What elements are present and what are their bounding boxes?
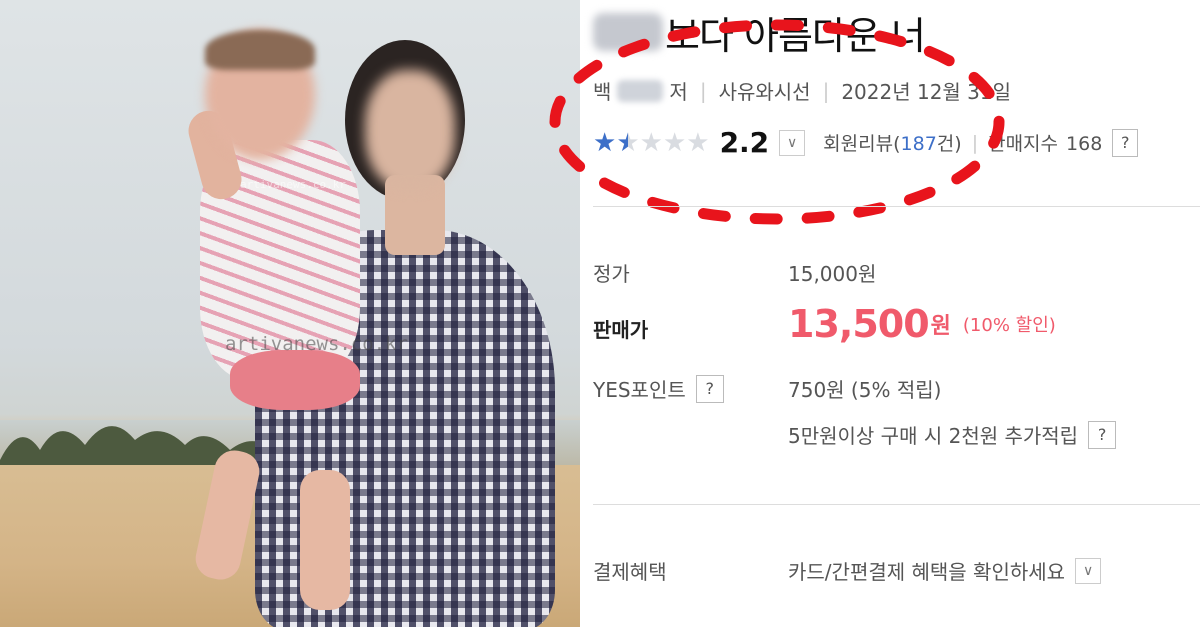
sale-price-value: 13,500: [788, 302, 930, 346]
sales-index-label: 판매지수: [988, 133, 1059, 155]
watermark-large: artivanews.co.kr: [225, 333, 409, 355]
sale-price-unit: 원: [930, 314, 951, 339]
yes-point-help-button[interactable]: ?: [695, 374, 724, 403]
author-role: 저: [669, 80, 688, 104]
list-price-label: 정가: [593, 262, 630, 286]
list-price-value: 15,000원: [788, 262, 877, 286]
yes-point-value: 750원 (5% 적립): [788, 378, 942, 402]
sales-index-value: 168: [1066, 133, 1103, 155]
product-photo: artivanews.co.kr artivanews.co.kr: [0, 0, 580, 627]
review-label-end: 건): [936, 133, 962, 155]
blurred-title-text: [593, 13, 663, 51]
review-label: 회원리뷰(: [823, 133, 901, 155]
rating-separator: |: [971, 131, 979, 154]
blurred-author-name: [617, 79, 664, 102]
baby-hair: [205, 30, 315, 70]
extra-point-row: 5만원이상 구매 시 2천원 추가적립 ?: [788, 420, 1117, 449]
sale-price-label: 판매가: [593, 318, 649, 342]
sales-index-help-button[interactable]: ?: [1112, 128, 1139, 157]
star-icon: ★: [593, 127, 617, 158]
blurred-woman-face: [365, 70, 455, 190]
star-empty-icon: ★: [686, 127, 710, 158]
yes-point-label: YES포인트: [593, 378, 686, 402]
author-name-prefix[interactable]: 백: [593, 76, 611, 105]
product-title-row: 보다 아름다운 너: [593, 8, 926, 58]
member-review-link[interactable]: 회원리뷰(187건): [823, 129, 962, 156]
review-count[interactable]: 187: [901, 133, 937, 155]
payment-benefit-label: 결제혜택: [593, 560, 667, 584]
sales-index: 판매지수 168: [988, 129, 1102, 156]
publisher-link[interactable]: 사유와시선: [719, 76, 811, 105]
rating-stars: ★ ★ ★ ★ ★: [593, 130, 710, 156]
baby-leg-right: [300, 470, 350, 610]
extra-point-help-button[interactable]: ?: [1088, 420, 1117, 449]
product-info-panel: 보다 아름다운 너 백 저 | 사유와시선 | 2022년 12월 31일 ★ …: [549, 0, 1200, 627]
payment-benefit-text: 카드/간편결제 혜택을 확인하세요: [788, 560, 1066, 584]
publish-date: 2022년 12월 31일: [841, 80, 1012, 104]
payment-benefit-row: 카드/간편결제 혜택을 확인하세요 ∨: [788, 556, 1102, 585]
yes-point-label-row: YES포인트 ?: [593, 374, 724, 403]
meta-separator: |: [822, 78, 830, 103]
star-empty-icon: ★: [639, 127, 663, 158]
meta-separator: |: [699, 78, 707, 103]
extra-point-text: 5만원이상 구매 시 2천원 추가적립: [788, 424, 1079, 448]
rating-value: 2.2: [719, 126, 770, 159]
rating-row: ★ ★ ★ ★ ★ 2.2 ∨ 회원리뷰(187건) | 판매지수 168 ?: [593, 126, 1139, 159]
watermark-small: artivanews.co.kr: [240, 178, 346, 191]
star-empty-icon: ★: [662, 127, 687, 158]
rating-dropdown-button[interactable]: ∨: [779, 129, 806, 156]
product-meta: 백 저 | 사유와시선 | 2022년 12월 31일: [593, 76, 1011, 105]
section-divider: [593, 504, 1200, 505]
sale-price-row: 13,500 원 (10% 할인): [788, 302, 1056, 346]
payment-benefit-dropdown-button[interactable]: ∨: [1075, 557, 1102, 584]
star-half-icon: ★: [616, 127, 640, 158]
section-divider: [593, 206, 1200, 207]
product-title[interactable]: 보다 아름다운 너: [665, 5, 926, 60]
baby-pink-pants: [230, 350, 360, 410]
discount-rate: (10% 할인): [962, 315, 1056, 336]
